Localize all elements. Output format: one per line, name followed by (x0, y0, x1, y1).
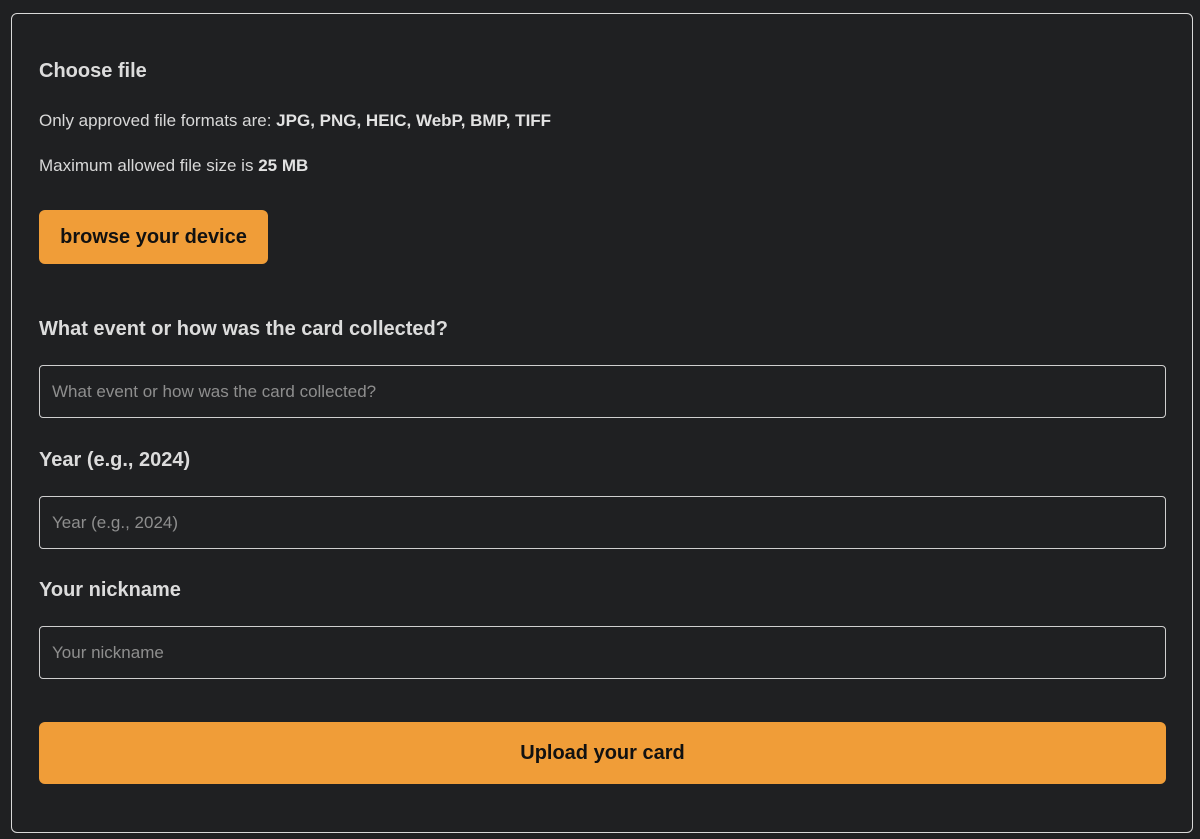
year-field-label: Year (e.g., 2024) (39, 449, 191, 471)
file-formats-note: Only approved file formats are: JPG, PNG… (39, 110, 551, 132)
event-field-label: What event or how was the card collected… (39, 318, 448, 340)
choose-file-heading: Choose file (39, 60, 147, 82)
file-size-prefix: Maximum allowed file size is (39, 156, 259, 175)
nickname-input[interactable] (39, 626, 1166, 679)
browse-device-button[interactable]: browse your device (39, 210, 268, 264)
year-input[interactable] (39, 496, 1166, 549)
nickname-field-label: Your nickname (39, 579, 181, 601)
upload-form-panel: Choose file Only approved file formats a… (11, 13, 1193, 833)
event-input[interactable] (39, 365, 1166, 418)
file-formats-list: JPG, PNG, HEIC, WebP, BMP, TIFF (276, 111, 552, 130)
file-size-note: Maximum allowed file size is 25 MB (39, 155, 308, 177)
file-formats-prefix: Only approved file formats are: (39, 111, 277, 130)
file-size-value: 25 MB (258, 156, 309, 175)
upload-card-button[interactable]: Upload your card (39, 722, 1166, 784)
